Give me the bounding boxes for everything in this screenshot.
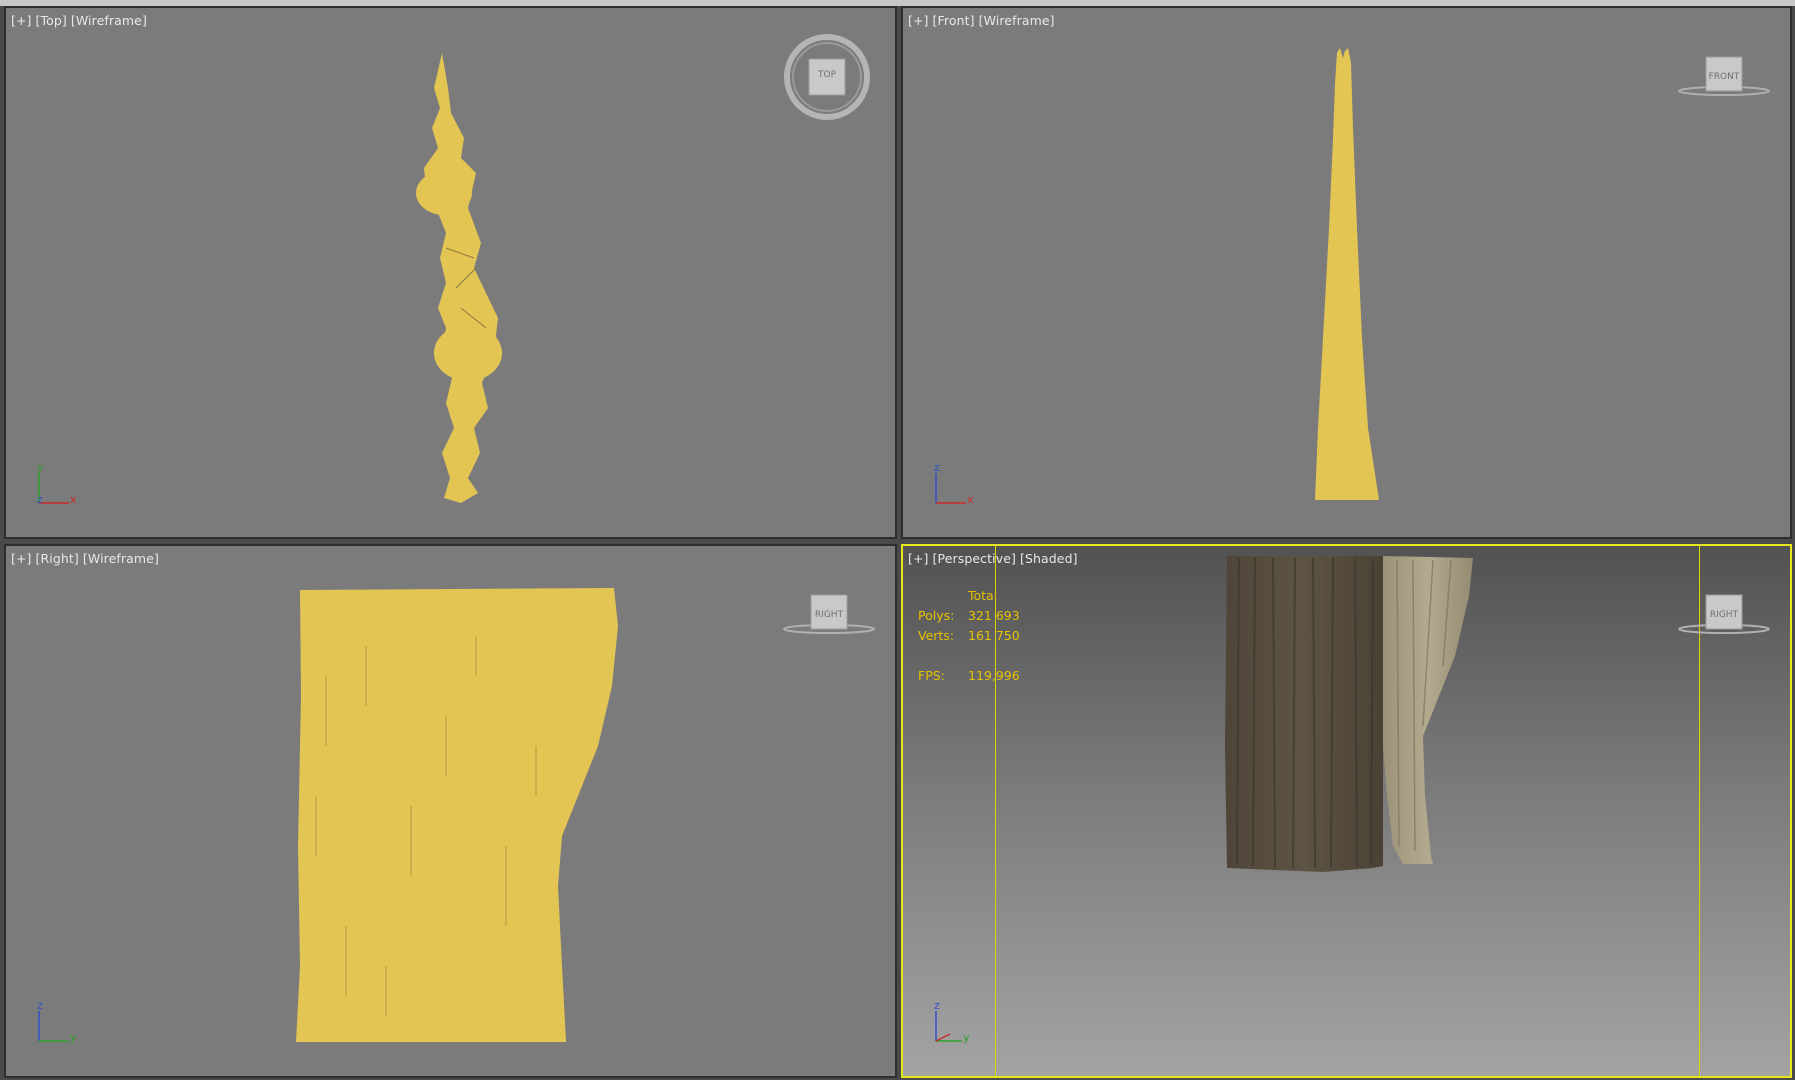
curtain-front-wireframe [1315,48,1379,500]
curtain-render [1225,556,1473,872]
axis-z-label: z [934,461,940,474]
viewcube-right-label: RIGHT [814,610,844,620]
curtain-right-wireframe [296,588,618,1042]
axis-z-label: z [934,999,940,1012]
axis-x-label: x [967,493,974,506]
viewport-top[interactable]: [+] [Top] [Wireframe] TOP y x z [4,6,897,539]
axis-y-label: y [37,461,44,474]
axis-z-label: z [37,999,43,1012]
viewcube-top-label: TOP [817,70,836,80]
curtain-top-wireframe [416,53,502,503]
axis-y-label: y [70,1031,77,1044]
viewport-perspective[interactable]: [+] [Perspective] [Shaded] Total Polys: 321… [901,544,1792,1078]
viewcube-perspective-label: RIGHT [1709,610,1739,620]
viewport-front[interactable]: [+] [Front] [Wireframe] FRONT z x [901,6,1792,539]
viewcube-front-label: FRONT [1708,72,1740,82]
axis-y-label: y [963,1031,970,1044]
viewport-right[interactable]: [+] [Right] [Wireframe] RIGHT z y [4,544,897,1078]
axis-z-label: z [37,493,43,506]
axis-x-label: x [70,493,77,506]
